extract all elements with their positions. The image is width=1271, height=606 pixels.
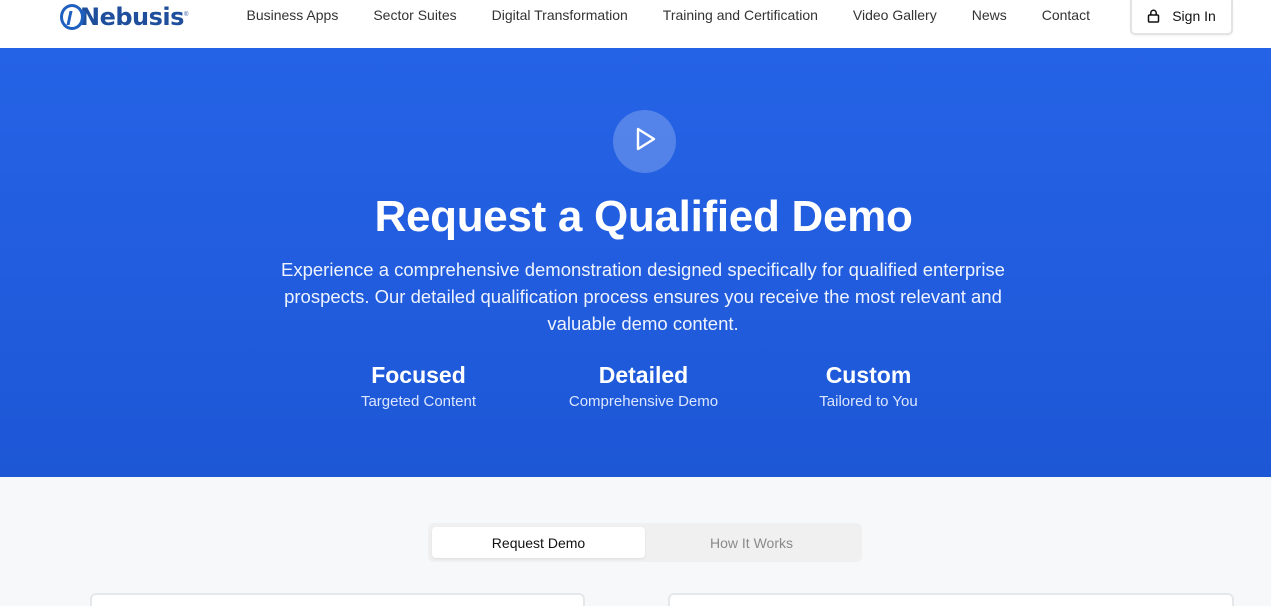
logo-registered-mark: ® — [183, 12, 189, 18]
tab-how-it-works[interactable]: How It Works — [645, 527, 858, 558]
nav-item-business-apps[interactable]: Business Apps — [229, 0, 356, 30]
logo-mark-icon — [60, 4, 84, 30]
hero-title: Request a Qualified Demo — [374, 192, 913, 241]
stat-value: Detailed — [598, 362, 689, 388]
main-nav: Business Apps Sector Suites Digital Tran… — [229, 0, 1107, 30]
stat-focused: Focused Targeted Content — [306, 361, 531, 410]
stat-label: Comprehensive Demo — [568, 393, 719, 410]
logo-text: Nebusis — [80, 3, 184, 31]
nav-item-training-certification[interactable]: Training and Certification — [645, 0, 835, 30]
nav-item-sector-suites[interactable]: Sector Suites — [356, 0, 474, 30]
request-form-card — [90, 593, 585, 606]
hero-description: Experience a comprehensive demonstration… — [281, 259, 1005, 334]
demo-tabs: Request Demo How It Works — [428, 523, 862, 562]
info-card — [668, 593, 1234, 606]
nebusis-logo[interactable]: Nebusis ® — [60, 0, 188, 34]
play-icon — [632, 126, 658, 157]
lock-icon — [1147, 9, 1160, 23]
nav-item-contact[interactable]: Contact — [1024, 0, 1107, 30]
hero-stats: Focused Targeted Content Detailed Compre… — [306, 361, 981, 421]
stat-label: Targeted Content — [360, 393, 477, 410]
site-header: Nebusis ® Business Apps Sector Suites Di… — [0, 0, 1271, 48]
play-video-button[interactable] — [613, 110, 676, 173]
stat-custom: Custom Tailored to You — [756, 361, 981, 410]
nav-item-digital-transformation[interactable]: Digital Transformation — [474, 0, 645, 30]
stat-value: Custom — [825, 362, 912, 388]
hero-section: Request a Qualified Demo Experience a co… — [0, 48, 1271, 477]
sign-in-label: Sign In — [1172, 7, 1216, 24]
sign-in-button[interactable]: Sign In — [1130, 0, 1233, 35]
stat-value: Focused — [371, 362, 466, 388]
nav-item-video-gallery[interactable]: Video Gallery — [835, 0, 954, 30]
stat-detailed: Detailed Comprehensive Demo — [531, 361, 756, 410]
nav-item-news[interactable]: News — [954, 0, 1024, 30]
tab-request-demo[interactable]: Request Demo — [432, 527, 645, 558]
stat-label: Tailored to You — [819, 393, 918, 410]
